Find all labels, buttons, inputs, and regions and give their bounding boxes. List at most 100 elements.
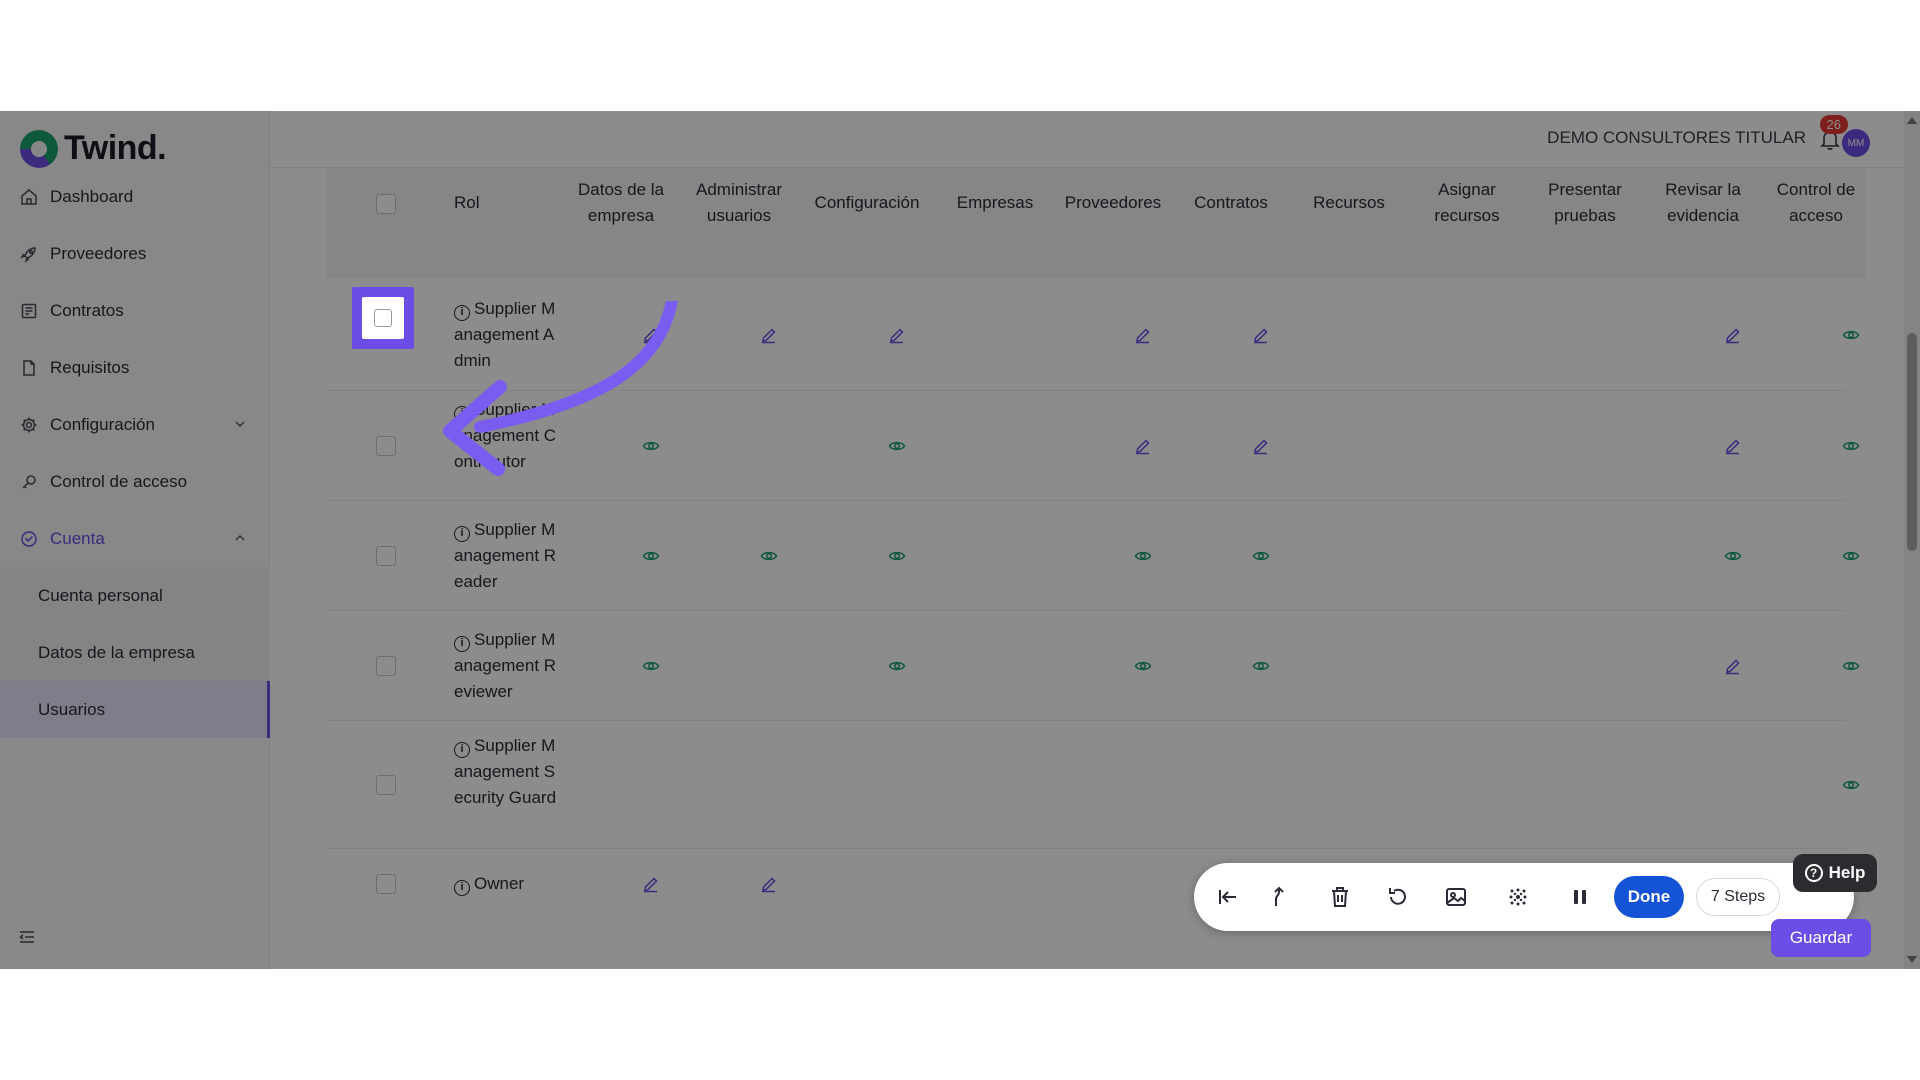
table-row[interactable]: i Supplier Management Reviewer [326, 611, 1860, 721]
help-label: Help [1828, 863, 1866, 882]
pencil-icon[interactable] [1724, 437, 1742, 455]
pencil-icon[interactable] [760, 326, 778, 344]
image-icon[interactable] [1444, 885, 1468, 909]
role-cell: i Supplier Management Reader [454, 517, 558, 595]
table-row[interactable]: i Supplier Management Reader [326, 501, 1860, 611]
role-cell: i Supplier Management Reviewer [454, 627, 558, 705]
sidebar-item-requisitos[interactable]: Requisitos [0, 339, 270, 396]
sidebar-item-label: Datos de la empresa [38, 642, 195, 662]
topbar: DEMO CONSULTORES TITULAR 26 MM [270, 111, 1920, 168]
row-checkbox[interactable] [376, 546, 396, 566]
info-icon[interactable]: i [454, 636, 470, 652]
highlighted-row-checkbox[interactable] [352, 287, 414, 349]
eye-icon[interactable] [1842, 776, 1860, 794]
sidebar-item-datos-de-la-empresa[interactable]: Datos de la empresa [0, 624, 270, 681]
tutorial-arrow-icon [443, 301, 678, 476]
steps-counter[interactable]: 7 Steps [1696, 878, 1780, 916]
eye-icon[interactable] [642, 547, 660, 565]
collapse-sidebar-icon[interactable] [18, 928, 36, 951]
branch-up-icon[interactable] [1268, 885, 1292, 909]
row-checkbox[interactable] [376, 775, 396, 795]
sidebar: Twind. Dashboard Proveedores Contratos R… [0, 111, 270, 969]
eye-icon[interactable] [1842, 547, 1860, 565]
scroll-down-arrow-icon[interactable] [1907, 956, 1917, 963]
avatar[interactable]: MM [1842, 129, 1870, 157]
row-checkbox[interactable] [376, 874, 396, 894]
sidebar-item-label: Dashboard [50, 186, 134, 206]
sidebar-item-proveedores[interactable]: Proveedores [0, 225, 270, 282]
info-icon[interactable]: i [454, 742, 470, 758]
eye-icon[interactable] [1842, 326, 1860, 344]
column-header: Rol [454, 193, 480, 212]
pencil-icon[interactable] [1134, 437, 1152, 455]
eye-icon[interactable] [888, 547, 906, 565]
eye-icon[interactable] [1252, 657, 1270, 675]
pencil-icon[interactable] [1134, 326, 1152, 344]
eye-icon[interactable] [888, 437, 906, 455]
help-button[interactable]: ? Help [1793, 854, 1877, 892]
eye-icon[interactable] [1252, 547, 1270, 565]
sidebar-item-cuenta[interactable]: Cuenta [0, 510, 270, 567]
info-icon[interactable]: i [454, 526, 470, 542]
jump-to-start-icon[interactable] [1216, 885, 1240, 909]
logo-mark-icon [20, 129, 58, 168]
pencil-icon[interactable] [1724, 326, 1742, 344]
scroll-up-arrow-icon[interactable] [1907, 117, 1917, 124]
sidebar-item-label: Requisitos [50, 357, 130, 377]
row-checkbox[interactable] [376, 656, 396, 676]
app-frame: Twind. Dashboard Proveedores Contratos R… [0, 111, 1920, 969]
eye-icon[interactable] [1842, 437, 1860, 455]
pause-icon[interactable] [1568, 885, 1592, 909]
logo-text: Twind. [64, 129, 167, 167]
eye-icon[interactable] [1724, 547, 1742, 565]
sidebar-item-control-de-acceso[interactable]: Control de acceso [0, 453, 270, 510]
blur-icon[interactable] [1506, 885, 1530, 909]
pencil-icon[interactable] [760, 875, 778, 893]
scroll-thumb[interactable] [1907, 333, 1917, 551]
undo-icon[interactable] [1386, 885, 1410, 909]
info-icon[interactable]: i [454, 880, 470, 896]
sidebar-item-configuracion[interactable]: Configuración [0, 396, 270, 453]
company-name[interactable]: DEMO CONSULTORES TITULAR [1547, 128, 1806, 148]
permissions-table: Rol Datos de la empresa Administrar usua… [296, 168, 1872, 913]
eye-icon[interactable] [642, 657, 660, 675]
done-button[interactable]: Done [1614, 876, 1684, 918]
eye-icon[interactable] [888, 657, 906, 675]
row-checkbox[interactable] [374, 309, 392, 327]
eye-icon[interactable] [1134, 547, 1152, 565]
select-all-checkbox[interactable] [376, 194, 396, 214]
chevron-down-icon [232, 416, 248, 432]
pencil-icon[interactable] [1724, 657, 1742, 675]
role-cell: i Supplier Management Security Guard [454, 733, 558, 811]
pencil-icon[interactable] [1252, 437, 1270, 455]
row-checkbox[interactable] [376, 436, 396, 456]
column-header: Datos de la empresa [578, 180, 664, 225]
sidebar-item-contratos[interactable]: Contratos [0, 282, 270, 339]
eye-icon[interactable] [760, 547, 778, 565]
pencil-icon[interactable] [888, 326, 906, 344]
page-scrollbar[interactable] [1904, 111, 1920, 969]
trash-icon[interactable] [1328, 885, 1352, 909]
eye-icon[interactable] [1134, 657, 1152, 675]
sidebar-item-label: Usuarios [38, 699, 106, 719]
column-header: Proveedores [1064, 193, 1162, 212]
sidebar-submenu-cuenta: Cuenta personal Datos de la empresa Usua… [0, 567, 270, 738]
sidebar-item-dashboard[interactable]: Dashboard [0, 168, 270, 225]
recorder-toolbar: Done 7 Steps [1194, 863, 1854, 931]
account-icon [20, 530, 38, 548]
sidebar-item-label: Contratos [50, 300, 124, 320]
sidebar-item-usuarios[interactable]: Usuarios [0, 681, 270, 738]
pencil-icon[interactable] [1252, 326, 1270, 344]
sidebar-item-cuenta-personal[interactable]: Cuenta personal [0, 567, 270, 624]
save-button[interactable]: Guardar [1771, 919, 1871, 957]
home-icon [20, 188, 38, 206]
sidebar-nav: Dashboard Proveedores Contratos Requisit… [0, 168, 270, 738]
column-header: Configuración [814, 193, 920, 212]
logo[interactable]: Twind. [20, 129, 167, 168]
table-row[interactable]: i Supplier Management Security Guard [326, 721, 1860, 849]
column-header: Asignar recursos [1434, 180, 1500, 225]
rocket-icon [20, 245, 38, 263]
contract-icon [20, 302, 38, 320]
eye-icon[interactable] [1842, 657, 1860, 675]
pencil-icon[interactable] [642, 875, 660, 893]
